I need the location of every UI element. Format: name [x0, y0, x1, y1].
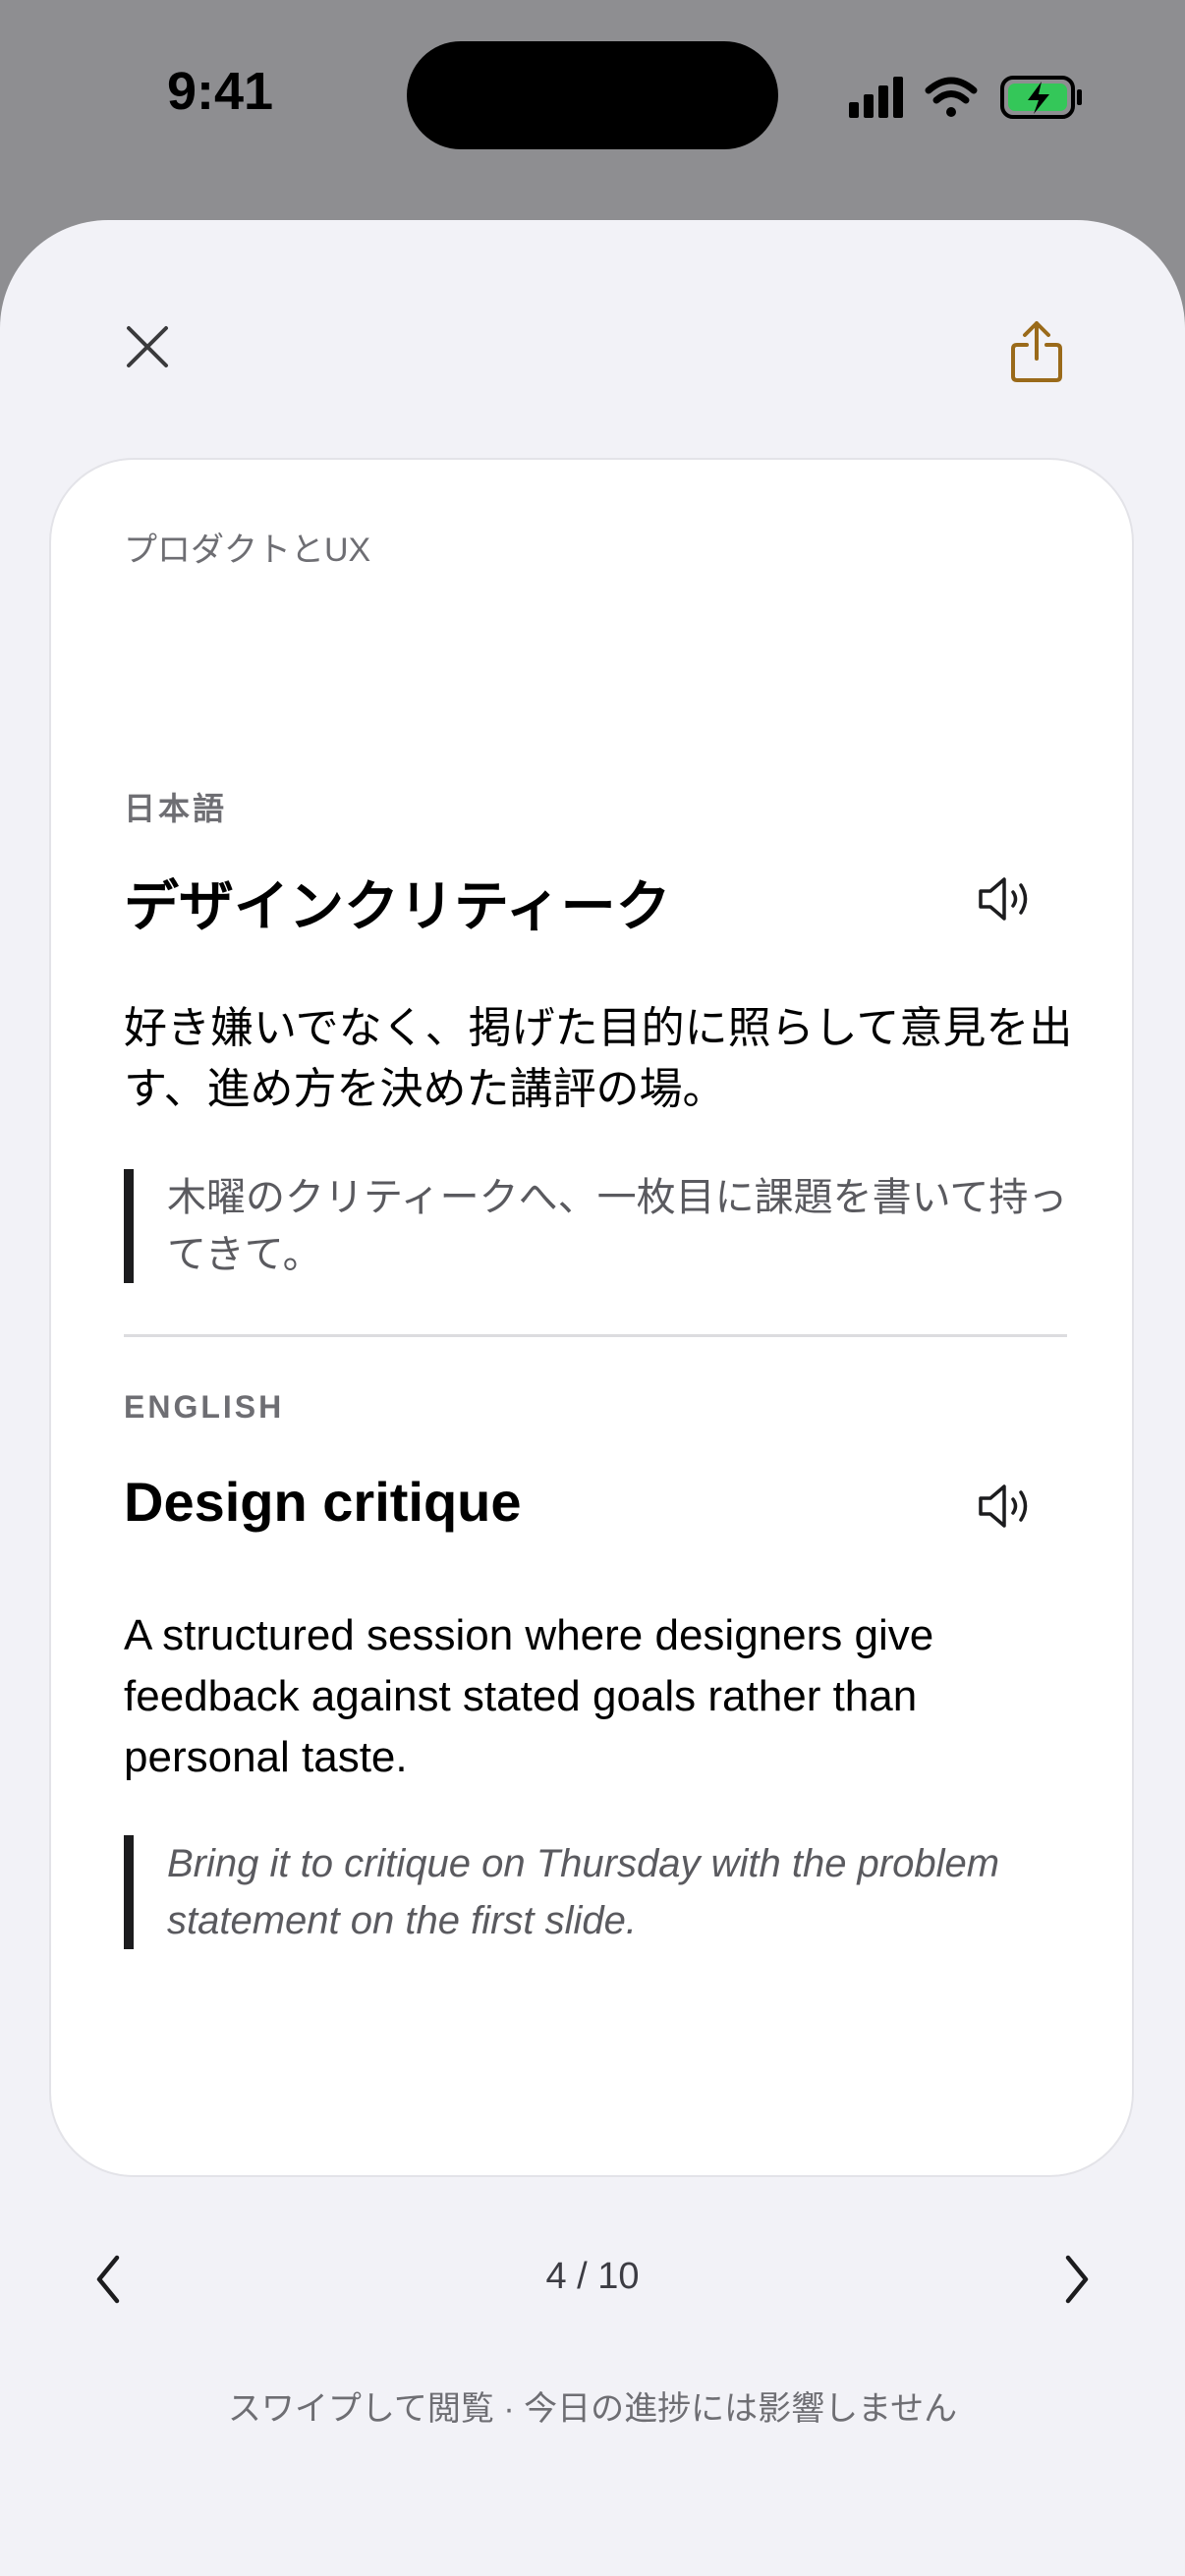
- english-example: Bring it to critique on Thursday with th…: [124, 1835, 1077, 1949]
- section-divider: [124, 1334, 1067, 1337]
- japanese-section-label: 日本語: [124, 791, 228, 826]
- close-icon: [127, 326, 168, 367]
- battery-charging-icon: [1000, 76, 1082, 119]
- page-counter: 4 / 10: [545, 2256, 640, 2297]
- english-section-label: ENGLISH: [124, 1389, 285, 1425]
- close-button[interactable]: [113, 312, 182, 381]
- speaker-icon: [979, 877, 1028, 921]
- english-audio-button[interactable]: [969, 1472, 1047, 1540]
- chevron-left-icon: [96, 2255, 120, 2304]
- japanese-example: 木曜のクリティークへ、一枚目に課題を書いて持ってきて。: [124, 1169, 1077, 1283]
- japanese-definition: 好き嫌いでなく、掲げた目的に照らして意見を出す、進め方を決めた講評の場。: [124, 1004, 1073, 1113]
- japanese-term: デザインクリティーク: [124, 875, 671, 937]
- share-icon: [1011, 321, 1062, 382]
- term-card: プロダクトとUX 日本語 デザインクリティーク 好き嫌いでなく、掲げた目的に照ら…: [49, 458, 1134, 2177]
- chevron-right-icon: [1065, 2255, 1089, 2304]
- wifi-icon: [925, 77, 978, 117]
- dynamic-island: [407, 41, 778, 149]
- swipe-hint: スワイプして閲覧 · 今日の進捗には影響しません: [227, 2390, 958, 2428]
- category-label: プロダクトとUX: [124, 532, 371, 569]
- japanese-audio-button[interactable]: [969, 865, 1047, 933]
- share-button[interactable]: [1002, 312, 1071, 391]
- english-term: Design critique: [124, 1471, 522, 1533]
- english-definition: A structured session where designers giv…: [124, 1611, 934, 1781]
- status-bar: 9:41: [0, 0, 1185, 196]
- previous-button[interactable]: [79, 2240, 138, 2319]
- speaker-icon: [979, 1484, 1028, 1528]
- status-icons: [849, 76, 1082, 119]
- status-time: 9:41: [167, 62, 274, 121]
- cellular-signal-icon: [849, 77, 903, 118]
- next-button[interactable]: [1047, 2240, 1106, 2319]
